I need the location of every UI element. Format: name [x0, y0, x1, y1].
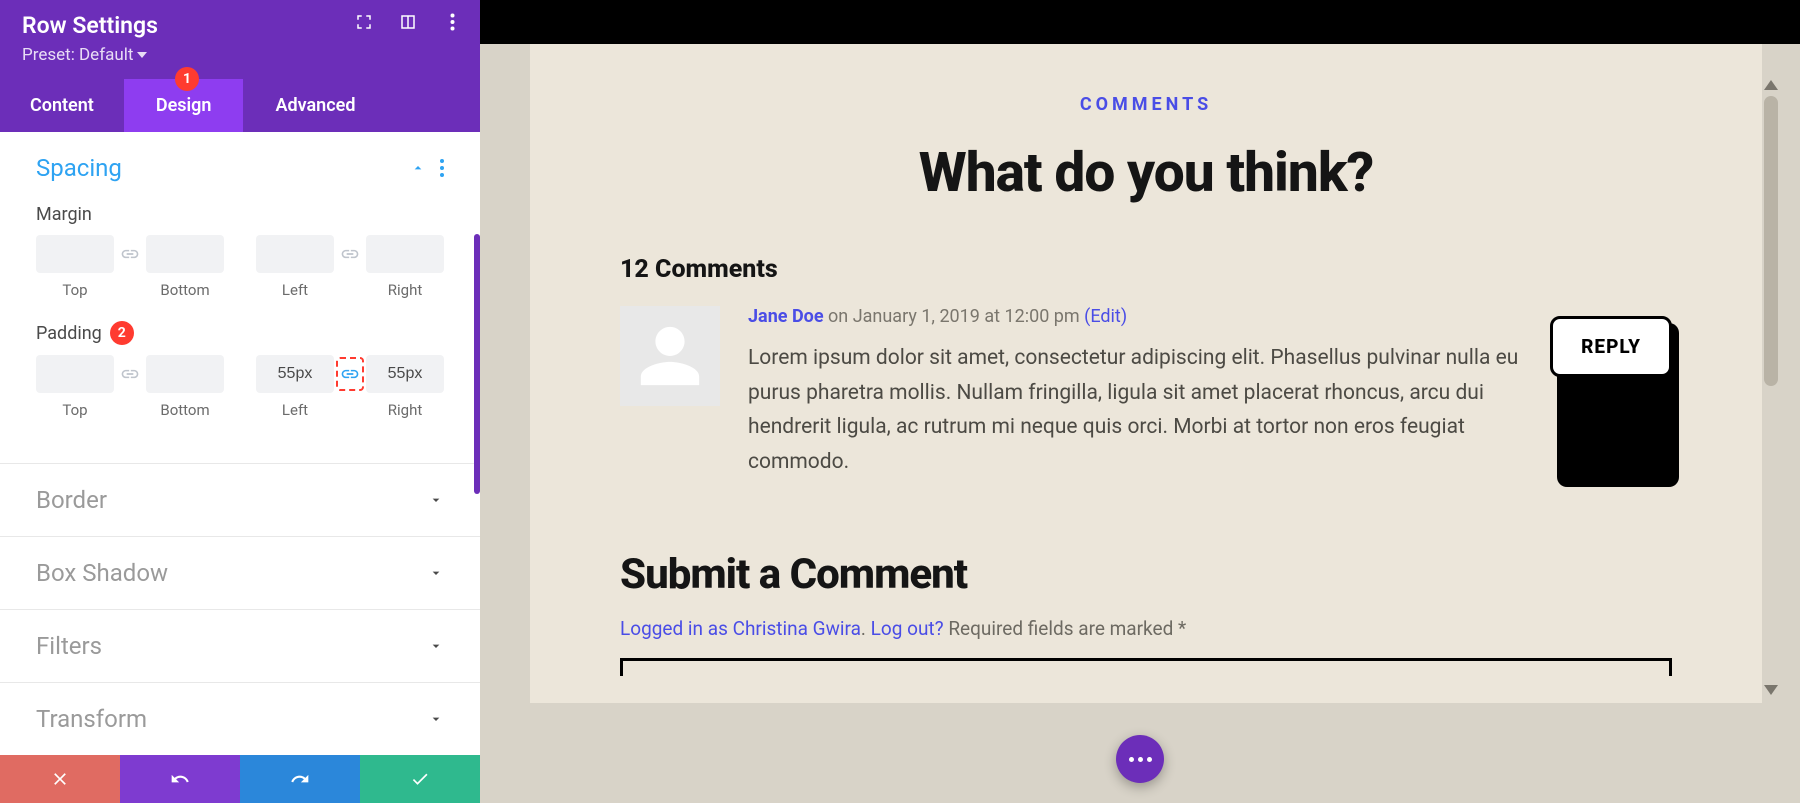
padding-label: Padding 2 — [36, 321, 444, 345]
panel-body: Spacing Margin Top Bottom L — [0, 132, 480, 755]
comment-item: Jane Doe on January 1, 2019 at 12:00 pm … — [620, 306, 1672, 480]
section-head-transform[interactable]: Transform — [0, 683, 480, 755]
padding-controls: Top Bottom Left Right — [36, 355, 444, 419]
person-icon — [635, 321, 705, 391]
comment-meta: Jane Doe on January 1, 2019 at 12:00 pm … — [748, 306, 1522, 327]
comment-edit-link[interactable]: (Edit) — [1084, 306, 1127, 327]
chevron-up-icon — [410, 160, 426, 176]
avatar — [620, 306, 720, 406]
canvas: COMMENTS What do you think? 12 Comments … — [480, 0, 1800, 803]
comment-date: on January 1, 2019 at 12:00 pm — [828, 306, 1080, 327]
panel-footer — [0, 755, 480, 803]
submit-meta: Logged in as Christina Gwira. Log out? R… — [620, 617, 1672, 640]
padding-bottom-input[interactable] — [146, 355, 224, 393]
padding-right-input[interactable] — [366, 355, 444, 393]
comment-author[interactable]: Jane Doe — [748, 306, 824, 327]
section-more-icon[interactable] — [440, 159, 444, 177]
section-head-filters[interactable]: Filters — [0, 610, 480, 682]
section-spacing: Spacing Margin Top Bottom L — [0, 132, 480, 464]
padding-badge: 2 — [110, 321, 134, 345]
section-head-spacing[interactable]: Spacing — [0, 132, 480, 204]
section-filters: Filters — [0, 610, 480, 683]
cancel-button[interactable] — [0, 755, 120, 803]
chevron-down-icon — [428, 492, 444, 508]
redo-button[interactable] — [240, 755, 360, 803]
scroll-down-icon[interactable] — [1764, 685, 1778, 695]
tab-content[interactable]: Content — [0, 79, 124, 132]
section-transform: Transform — [0, 683, 480, 755]
settings-panel: Row Settings Preset: Default Content Des… — [0, 0, 480, 803]
canvas-inner: COMMENTS What do you think? 12 Comments … — [480, 44, 1800, 803]
scroll-up-icon[interactable] — [1764, 80, 1778, 90]
link-icon[interactable] — [116, 355, 144, 393]
comments-eyebrow: COMMENTS — [620, 94, 1672, 115]
design-badge: 1 — [175, 67, 199, 91]
margin-right-input[interactable] — [366, 235, 444, 273]
logout-link[interactable]: Log out? — [871, 617, 944, 640]
margin-bottom-input[interactable] — [146, 235, 224, 273]
margin-label: Margin — [36, 204, 444, 225]
section-head-box-shadow[interactable]: Box Shadow — [0, 537, 480, 609]
scroll-thumb[interactable] — [1764, 96, 1778, 386]
preset-selector[interactable]: Preset: Default — [22, 45, 147, 65]
layout-icon[interactable] — [398, 12, 418, 32]
chevron-down-icon — [428, 565, 444, 581]
panel-tabs: Content Design Advanced 1 — [0, 79, 480, 132]
save-button[interactable] — [360, 755, 480, 803]
page-title: What do you think? — [620, 141, 1672, 205]
link-icon[interactable] — [336, 235, 364, 273]
comment-textarea[interactable] — [620, 658, 1672, 676]
chevron-down-icon — [428, 638, 444, 654]
reply-button[interactable]: REPLY — [1550, 316, 1672, 480]
comment-text: Lorem ipsum dolor sit amet, consectetur … — [748, 341, 1522, 480]
undo-button[interactable] — [120, 755, 240, 803]
margin-left-input[interactable] — [256, 235, 334, 273]
section-head-border[interactable]: Border — [0, 464, 480, 536]
page-preview: COMMENTS What do you think? 12 Comments … — [530, 44, 1762, 703]
comments-count: 12 Comments — [620, 255, 1672, 284]
padding-left-input[interactable] — [256, 355, 334, 393]
logged-in-link[interactable]: Logged in as Christina Gwira — [620, 617, 861, 640]
canvas-scrollbar[interactable] — [1764, 44, 1778, 703]
section-border: Border — [0, 464, 480, 537]
chevron-down-icon — [428, 711, 444, 727]
margin-controls: Top Bottom Left Right — [36, 235, 444, 299]
section-box-shadow: Box Shadow — [0, 537, 480, 610]
more-icon[interactable] — [442, 12, 462, 32]
tab-advanced[interactable]: Advanced — [243, 79, 387, 132]
caret-down-icon — [137, 50, 147, 60]
padding-top-input[interactable] — [36, 355, 114, 393]
floating-action-button[interactable] — [1116, 735, 1164, 783]
link-icon[interactable] — [116, 235, 144, 273]
link-icon-active[interactable] — [336, 355, 364, 393]
expand-icon[interactable] — [354, 12, 374, 32]
margin-top-input[interactable] — [36, 235, 114, 273]
submit-title: Submit a Comment — [620, 550, 1672, 599]
panel-header: Row Settings Preset: Default — [0, 0, 480, 79]
